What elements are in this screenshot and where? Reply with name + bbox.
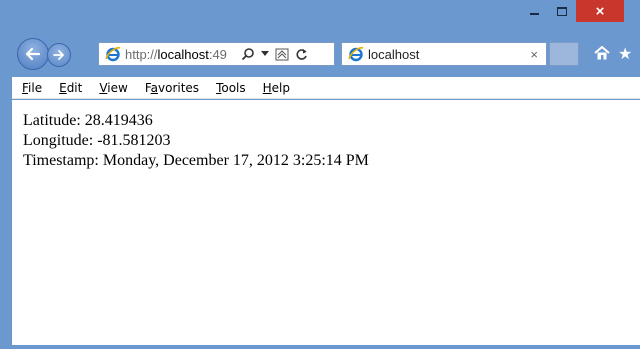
ie-logo-icon [348,46,364,62]
home-icon[interactable] [594,45,610,65]
back-arrow-icon [25,47,41,61]
window-frame-bottom [0,345,640,349]
longitude-text: Longitude: -81.581203 [23,132,171,149]
navigation-bar: http://localhost:49 localhost × ★ [0,30,640,76]
back-button[interactable] [17,38,49,70]
close-icon: × [595,2,605,20]
compatibility-view-icon[interactable] [275,48,289,61]
menu-help[interactable]: Help [259,81,294,95]
menu-bar: File Edit View Favorites Tools Help [12,77,640,99]
timestamp-text: Timestamp: Monday, December 17, 2012 3:2… [23,152,369,169]
search-icon[interactable] [241,47,255,61]
menu-view[interactable]: View [95,81,131,95]
page-content: Latitude: 28.419436 Longitude: -81.58120… [12,100,640,345]
minimize-button[interactable] [520,0,548,22]
forward-button[interactable] [47,43,71,67]
new-tab-button[interactable] [549,42,579,66]
latitude-text: Latitude: 28.419436 [23,112,153,129]
menu-favorites[interactable]: Favorites [141,81,203,95]
menu-edit[interactable]: Edit [55,81,86,95]
browser-window: × http://localhost:49 localhost × ★ File… [0,0,640,349]
maximize-icon [557,6,567,16]
favorites-star-icon[interactable]: ★ [618,44,632,64]
menu-file[interactable]: File [18,81,46,95]
ie-logo-icon [105,46,121,62]
menu-tools[interactable]: Tools [212,81,250,95]
minimize-icon [529,13,539,15]
tab-title: localhost [368,46,420,62]
url-text[interactable]: http://localhost:49 [125,47,235,62]
dropdown-arrow-icon[interactable] [261,51,269,57]
address-bar[interactable]: http://localhost:49 [98,42,335,66]
close-window-button[interactable]: × [576,0,624,22]
maximize-button[interactable] [548,0,576,22]
forward-arrow-icon [53,50,64,60]
tab-close-icon[interactable]: × [530,47,538,62]
tab-localhost[interactable]: localhost × [341,42,547,66]
refresh-icon[interactable] [295,48,308,61]
